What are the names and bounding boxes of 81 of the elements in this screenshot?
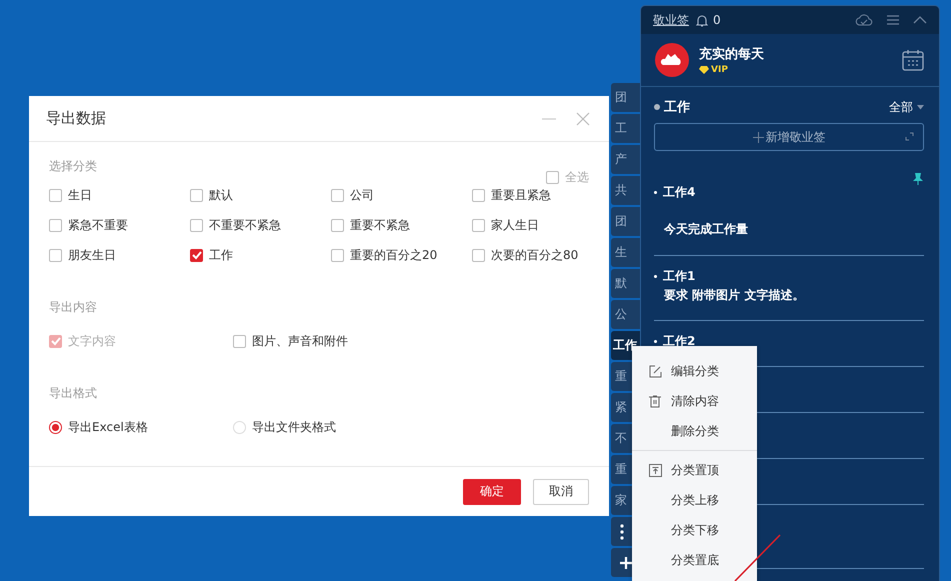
- checkbox-label: 生日: [68, 186, 92, 204]
- note-text[interactable]: 今天完成工作量: [664, 222, 924, 237]
- more-icon: [620, 524, 624, 540]
- category-tab[interactable]: 默: [611, 269, 640, 298]
- bullet-icon: [654, 275, 657, 278]
- notification-count: 0: [713, 13, 721, 27]
- section-label: 导出内容: [49, 299, 98, 316]
- checkbox[interactable]: [546, 170, 559, 184]
- checkbox-label: 公司: [350, 186, 374, 204]
- new-note-button[interactable]: 新增敬业签: [654, 123, 924, 151]
- expand-icon[interactable]: [905, 132, 914, 141]
- checkbox-label: 家人生日: [491, 216, 539, 234]
- collapse-icon[interactable]: [913, 15, 927, 25]
- cancel-button[interactable]: 取消: [533, 478, 589, 504]
- section-label: 导出格式: [49, 385, 98, 402]
- section-label: 选择分类: [49, 158, 97, 175]
- checkbox[interactable]: [331, 218, 344, 232]
- trash-icon: [649, 394, 661, 408]
- checkbox[interactable]: [49, 248, 62, 262]
- radio-label: 导出Excel表格: [68, 418, 148, 436]
- dialog-title: 导出数据: [46, 109, 107, 128]
- category-tab[interactable]: 生: [611, 238, 640, 267]
- radio-label: 导出文件夹格式: [252, 418, 336, 436]
- category-tab[interactable]: 工: [611, 114, 640, 143]
- checkbox[interactable]: [190, 248, 203, 262]
- note-title[interactable]: 工作4: [663, 185, 696, 200]
- checkbox-label: 工作: [209, 246, 233, 264]
- category-tab[interactable]: 团: [611, 207, 640, 236]
- note-title[interactable]: 工作1: [663, 269, 696, 284]
- category-tab[interactable]: 团: [611, 83, 640, 112]
- bullet-icon: [654, 340, 657, 343]
- checkbox[interactable]: [472, 248, 485, 262]
- close-icon[interactable]: [575, 110, 591, 126]
- category-tab[interactable]: 公: [611, 300, 640, 329]
- checkbox[interactable]: [233, 334, 246, 348]
- checkbox[interactable]: [190, 188, 203, 202]
- checkbox-label: 朋友生日: [68, 246, 116, 264]
- checkbox[interactable]: [472, 218, 485, 232]
- bullet-icon: [654, 191, 657, 194]
- checkbox-label: 图片、声音和附件: [252, 332, 348, 350]
- confirm-button[interactable]: 确定: [463, 478, 521, 504]
- bell-icon[interactable]: [696, 14, 708, 26]
- caret-icon[interactable]: [917, 104, 924, 110]
- plus-icon: [752, 132, 764, 142]
- checkbox[interactable]: [472, 188, 485, 202]
- checkbox-label: 次要的百分之80: [491, 246, 578, 264]
- filter-dropdown[interactable]: 全部: [889, 98, 913, 116]
- checkbox-label: 不重要不紧急: [209, 216, 281, 234]
- pen-stroke: [733, 533, 783, 581]
- checkbox-label: 默认: [209, 186, 233, 204]
- pin-icon[interactable]: [912, 173, 924, 185]
- cloud-icon[interactable]: [855, 14, 873, 26]
- category-tab[interactable]: 产: [611, 145, 640, 174]
- checkbox[interactable]: [49, 218, 62, 232]
- checkbox[interactable]: [331, 248, 344, 262]
- checkbox-label: 文字内容: [68, 332, 116, 350]
- checkbox-label: 重要不紧急: [350, 216, 410, 234]
- checkbox[interactable]: [190, 218, 203, 232]
- vip-label: VIP: [711, 65, 728, 75]
- avatar-icon[interactable]: [655, 43, 689, 77]
- app-name[interactable]: 敬业签: [653, 12, 689, 28]
- category-tab[interactable]: 共: [611, 176, 640, 205]
- checkbox-label: 重要的百分之20: [350, 246, 438, 264]
- category-name: 工作: [664, 99, 690, 116]
- diamond-icon: [699, 66, 709, 74]
- checkbox[interactable]: [331, 188, 344, 202]
- checkbox-label: 紧急不重要: [68, 216, 128, 234]
- checkbox[interactable]: [49, 188, 62, 202]
- menu-item[interactable]: 分类下移: [632, 515, 757, 545]
- checkbox-label: 重要且紧急: [491, 186, 551, 204]
- calendar-icon[interactable]: [902, 49, 924, 71]
- radio-button[interactable]: [49, 420, 62, 434]
- move-to-top-icon: [649, 464, 662, 476]
- menu-item[interactable]: 分类置底: [632, 545, 757, 575]
- dot-icon: [654, 104, 660, 110]
- menu-icon[interactable]: [886, 14, 900, 26]
- user-name: 充实的每天: [699, 46, 764, 63]
- note-title[interactable]: 工作2: [663, 334, 696, 349]
- edit-icon: [649, 364, 662, 378]
- checkbox-label: 全选: [565, 168, 589, 186]
- note-text[interactable]: 要求 附带图片 文字描述。: [664, 288, 924, 303]
